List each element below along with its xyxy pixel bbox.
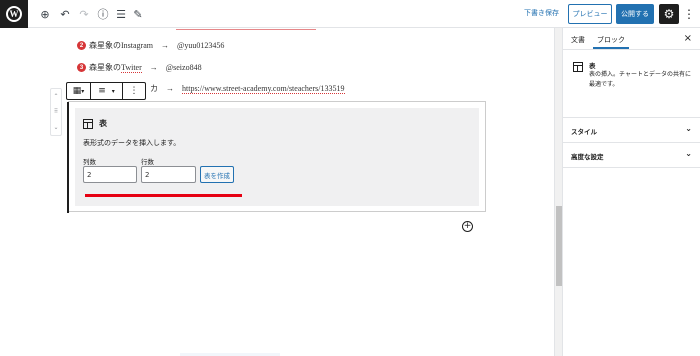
list-item-label: 森星象の — [89, 63, 121, 72]
chevron-down-icon: ▾ — [111, 87, 115, 95]
rows-label: 行数 — [141, 158, 154, 166]
table-icon — [83, 118, 93, 129]
block-card-title: 表 — [589, 62, 596, 70]
edit-icon[interactable]: ✎ — [131, 7, 145, 21]
sidebar-tabs: 文書 ブロック × — [563, 28, 700, 50]
wordpress-logo-button[interactable]: W — [0, 0, 28, 28]
panel-style[interactable]: スタイル ⌄ — [563, 118, 700, 143]
arrow-glyph: → — [161, 41, 169, 50]
top-toolbar: W ⊕ ↶ ↷ ⓘ ☰ ✎ 下書き保存 プレビュー 公開する ⚙ ⋮ — [0, 0, 700, 28]
add-block-inserter-icon[interactable]: + — [462, 221, 473, 232]
save-draft-link[interactable]: 下書き保存 — [524, 8, 559, 18]
preview-button[interactable]: プレビュー — [568, 4, 612, 24]
table-block-switcher[interactable]: ▦ ▾ — [67, 83, 91, 99]
columns-input[interactable]: 2 — [83, 166, 137, 183]
chevron-down-icon: ▾ — [81, 87, 85, 95]
add-block-icon[interactable]: ⊕ — [38, 7, 52, 21]
twitter-link[interactable]: Twiter — [121, 63, 142, 73]
cut-off-line — [176, 28, 316, 30]
publish-button[interactable]: 公開する — [616, 4, 654, 24]
list-item-value: @seizo848 — [165, 63, 202, 72]
list-number-badge: 3 — [77, 63, 86, 72]
tab-block[interactable]: ブロック — [593, 35, 629, 49]
editor-root: W ⊕ ↶ ↷ ⓘ ☰ ✎ 下書き保存 プレビュー 公開する ⚙ ⋮ 2 森星象… — [0, 0, 700, 356]
block-selection-bar — [67, 102, 69, 213]
block-card: 表 表の挿入。チャートとデータの共有に最適です。 — [563, 50, 700, 118]
list-item-label: カ — [150, 84, 158, 93]
list-item-label: 森星象のInstagram — [89, 41, 153, 50]
list-item[interactable]: 2 森星象のInstagram → @yuu0123456 — [77, 40, 224, 51]
editor-canvas: 2 森星象のInstagram → @yuu0123456 3 森星象の Twit… — [0, 28, 554, 356]
list-item[interactable]: 3 森星象の Twiter → @seizo848 — [77, 62, 202, 73]
block-card-description: 表の挿入。チャートとデータの共有に最適です。 — [589, 71, 691, 88]
block-toolbar: ▦ ▾ ≡ ▾ ⋮ — [66, 82, 146, 100]
arrow-glyph: → — [166, 84, 174, 93]
list-item-value: @yuu0123456 — [177, 41, 225, 50]
create-table-button[interactable]: 表を作成 — [200, 166, 234, 183]
align-icon: ≡ — [98, 86, 106, 96]
gear-icon[interactable]: ⚙ — [659, 4, 679, 24]
placeholder-title-text: 表 — [99, 119, 107, 128]
arrow-glyph: → — [149, 63, 158, 72]
list-item[interactable]: カ → https://www.street-academy.com/steac… — [150, 83, 345, 94]
more-icon[interactable]: ⋮ — [683, 7, 695, 21]
list-view-icon[interactable]: ☰ — [114, 7, 128, 21]
wordpress-logo-icon: W — [6, 6, 22, 22]
move-up-icon[interactable]: ⌃ — [53, 93, 58, 100]
move-down-icon[interactable]: ⌄ — [53, 124, 58, 131]
redo-icon[interactable]: ↷ — [77, 7, 91, 21]
block-mover: ⌃ ⠿ ⌄ — [50, 88, 62, 136]
url-link-segment: steachers — [288, 83, 319, 93]
highlight-underline — [85, 194, 242, 197]
tab-document[interactable]: 文書 — [571, 35, 585, 45]
editor-scrollbar[interactable] — [554, 28, 562, 356]
placeholder-description: 表形式のデータを挿入します。 — [83, 139, 181, 147]
info-icon[interactable]: ⓘ — [96, 7, 110, 21]
placeholder-title: 表 — [83, 118, 107, 129]
close-icon[interactable]: × — [684, 33, 692, 44]
url-link[interactable]: https://www.street-academy.com/steachers… — [182, 84, 345, 94]
table-placeholder: 表 表形式のデータを挿入します。 列数 行数 2 2 表を作成 — [75, 108, 479, 206]
panel-advanced-title: 高度な設定 — [571, 153, 604, 161]
more-vertical-icon: ⋮ — [129, 86, 139, 96]
url-suffix: /133519 — [318, 83, 345, 93]
table-icon: ▦ — [72, 86, 82, 96]
drag-handle-icon[interactable]: ⠿ — [54, 108, 58, 115]
rows-input[interactable]: 2 — [141, 166, 196, 183]
undo-icon[interactable]: ↶ — [58, 7, 72, 21]
panel-style-title: スタイル — [571, 128, 597, 136]
url-prefix: https://www.street-academy.com/ — [182, 83, 289, 93]
panel-advanced[interactable]: 高度な設定 ⌄ — [563, 143, 700, 168]
table-icon — [573, 62, 583, 72]
alignment-button[interactable]: ≡ ▾ — [91, 83, 123, 99]
chevron-down-icon: ⌄ — [685, 124, 692, 133]
block-options-button[interactable]: ⋮ — [123, 83, 145, 99]
chevron-down-icon: ⌄ — [685, 149, 692, 158]
settings-sidebar: 文書 ブロック × 表 表の挿入。チャートとデータの共有に最適です。 スタイル … — [562, 28, 700, 356]
list-number-badge: 2 — [77, 41, 86, 50]
columns-label: 列数 — [83, 158, 96, 166]
